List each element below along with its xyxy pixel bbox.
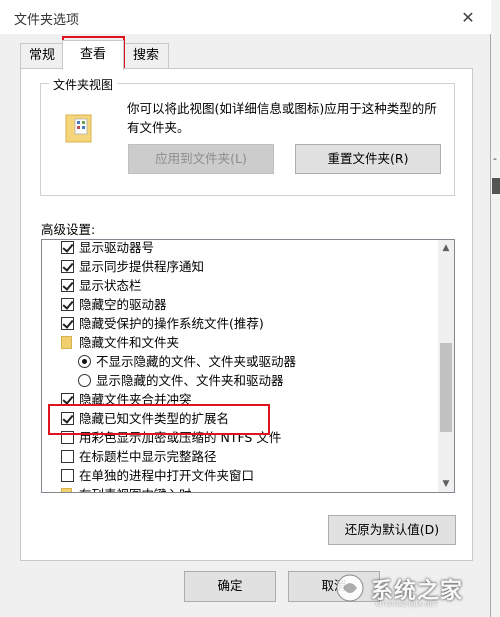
checkbox-checked[interactable] — [61, 317, 74, 330]
advanced-setting-row[interactable]: 隐藏文件和文件夹 — [42, 333, 440, 352]
checkbox-checked[interactable] — [61, 279, 74, 292]
advanced-setting-row[interactable]: 在标题栏中显示完整路径 — [42, 447, 440, 466]
scroll-up-arrow-icon[interactable]: ▲ — [438, 240, 454, 256]
advanced-setting-label: 隐藏文件和文件夹 — [79, 335, 180, 350]
restore-defaults-button[interactable]: 还原为默认值(D) — [328, 515, 456, 545]
advanced-setting-row[interactable]: 不显示隐藏的文件、文件夹或驱动器 — [42, 352, 440, 371]
advanced-setting-row[interactable]: 在单独的进程中打开文件夹窗口 — [42, 466, 440, 485]
advanced-setting-row[interactable]: 隐藏受保护的操作系统文件(推荐) — [42, 314, 440, 333]
advanced-setting-label: 在列表视图中键入时 — [79, 485, 192, 492]
background-dark-block — [492, 178, 500, 194]
tab-general[interactable]: 常规 — [20, 43, 64, 69]
advanced-setting-row[interactable]: 在列表视图中键入时 — [42, 485, 440, 492]
tab-view[interactable]: 查看 — [62, 40, 124, 70]
folder-icon — [61, 336, 72, 349]
scroll-down-arrow-icon[interactable]: ▼ — [438, 476, 454, 492]
radio-unselected[interactable] — [78, 374, 91, 387]
advanced-settings-list[interactable]: 显示驱动器号显示同步提供程序通知 显示状态栏隐藏空的驱动器隐藏受保护的操作系统文件… — [41, 239, 455, 493]
checkbox-checked[interactable] — [61, 260, 74, 273]
close-button[interactable]: ✕ — [457, 7, 479, 29]
advanced-setting-row[interactable]: 显示同步提供程序通知 — [42, 257, 440, 276]
checkbox-checked[interactable] — [61, 298, 74, 311]
watermark-subtext: XITONGZHIJIA.NET — [375, 601, 439, 608]
advanced-setting-row[interactable]: 显示驱动器号 — [42, 240, 440, 257]
advanced-setting-label: 隐藏受保护的操作系统文件(推荐) — [79, 316, 264, 331]
reset-folders-button[interactable]: 重置文件夹(R) — [295, 144, 441, 174]
advanced-setting-label: 隐藏空的驱动器 — [79, 297, 167, 312]
folder-options-dialog: 文件夹选项 ✕ 常规 查看 搜索 文件夹视图 你可以将此视图(如详细信息或图标)… — [0, 0, 491, 617]
advanced-setting-label: 显示同步提供程序通知 — [79, 259, 205, 274]
advanced-settings-label: 高级设置: — [41, 222, 96, 237]
advanced-setting-label: 显示状态栏 — [79, 278, 142, 293]
advanced-settings-scrollbar[interactable]: ▲ ▼ — [438, 240, 454, 492]
checkbox-unchecked[interactable] — [61, 469, 74, 482]
site-watermark: 系统之家 XITONGZHIJIA.NET — [335, 569, 500, 615]
title-bar: 文件夹选项 ✕ — [0, 0, 491, 34]
advanced-setting-label: 显示隐藏的文件、文件夹和驱动器 — [96, 373, 284, 388]
tab-search[interactable]: 搜索 — [123, 43, 169, 69]
ok-button[interactable]: 确定 — [184, 571, 276, 602]
advanced-setting-label: 在单独的进程中打开文件夹窗口 — [79, 468, 255, 483]
background-dash: - — [493, 152, 497, 165]
background-window-edge: - — [491, 0, 500, 617]
advanced-setting-row[interactable]: 显示状态栏 — [42, 276, 440, 295]
window-title: 文件夹选项 — [14, 13, 80, 28]
radio-selected[interactable] — [78, 355, 91, 368]
extension-option-highlight — [48, 404, 270, 435]
folder-views-legend: 文件夹视图 — [49, 76, 118, 93]
folder-icon — [61, 488, 72, 492]
advanced-settings-items: 显示驱动器号显示同步提供程序通知 显示状态栏隐藏空的驱动器隐藏受保护的操作系统文件… — [42, 240, 440, 492]
checkbox-unchecked[interactable] — [61, 450, 74, 463]
advanced-setting-label: 显示驱动器号 — [79, 240, 155, 255]
watermark-logo-icon — [336, 574, 364, 602]
advanced-setting-label: 在标题栏中显示完整路径 — [79, 449, 217, 464]
folder-views-group: 文件夹视图 你可以将此视图(如详细信息或图标)应用于这种类型的所有文件夹。 应用… — [40, 76, 455, 196]
folder-view-icon — [65, 114, 92, 143]
folder-views-description: 你可以将此视图(如详细信息或图标)应用于这种类型的所有文件夹。 — [127, 101, 437, 135]
advanced-setting-row[interactable]: 隐藏空的驱动器 — [42, 295, 440, 314]
advanced-setting-label: 不显示隐藏的文件、文件夹或驱动器 — [96, 354, 297, 369]
checkbox-checked[interactable] — [61, 241, 74, 254]
apply-to-folders-button[interactable]: 应用到文件夹(L) — [128, 144, 274, 174]
advanced-setting-row[interactable]: 显示隐藏的文件、文件夹和驱动器 — [42, 371, 440, 390]
view-tab-panel: 文件夹视图 你可以将此视图(如详细信息或图标)应用于这种类型的所有文件夹。 应用… — [20, 68, 473, 561]
scroll-thumb[interactable] — [440, 343, 452, 432]
